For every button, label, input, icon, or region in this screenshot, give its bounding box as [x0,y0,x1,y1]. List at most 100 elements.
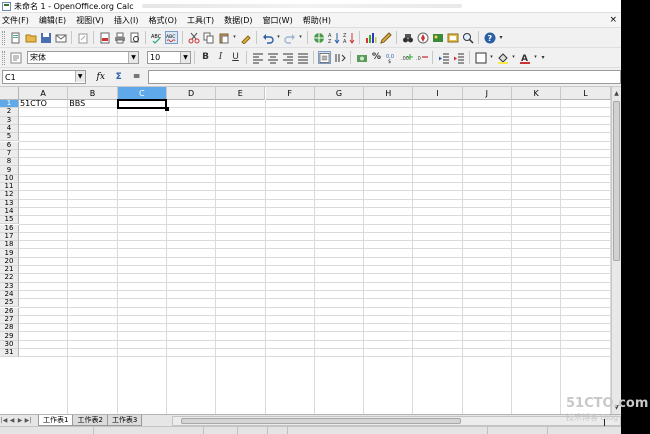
borders-icon[interactable] [474,51,487,64]
send-email-icon[interactable] [54,31,67,44]
standard-number-format-icon[interactable]: 0.0 $ [385,51,398,64]
merge-cells-icon[interactable] [318,51,331,64]
gallery-icon[interactable] [431,31,444,44]
column-header-k[interactable]: K [512,87,562,100]
vertical-scroll-thumb[interactable] [613,101,620,261]
italic-button[interactable]: I [214,51,227,64]
copy-icon[interactable] [202,31,215,44]
zoom-icon[interactable] [461,31,474,44]
chevron-down-icon[interactable]: ▼ [180,52,190,63]
sort-ascending-icon[interactable]: AZ [327,31,340,44]
export-pdf-icon[interactable] [98,31,111,44]
print-icon[interactable] [113,31,126,44]
function-icon[interactable]: = [130,70,144,84]
paste-dropdown-icon[interactable]: ▾ [232,31,237,44]
horizontal-scrollbar[interactable] [172,415,621,426]
select-all-corner[interactable] [0,87,19,100]
toolbar-grip[interactable] [2,30,5,45]
help-icon[interactable]: ? [483,31,496,44]
menu-insert[interactable]: 插入(I) [109,15,144,26]
decrease-indent-icon[interactable] [437,51,450,64]
spellcheck-icon[interactable]: ABC [150,31,163,44]
currency-format-icon[interactable] [355,51,368,64]
column-header-i[interactable]: I [413,87,463,100]
menu-format[interactable]: 格式(O) [143,15,182,26]
sheet-tab-2[interactable]: 工作表2 [72,415,108,426]
sort-descending-icon[interactable]: ZA [342,31,355,44]
underline-button[interactable]: U [229,51,242,64]
formula-input[interactable] [147,70,621,84]
cut-icon[interactable] [187,31,200,44]
text-direction-icon[interactable] [333,51,346,64]
data-sources-icon[interactable] [446,31,459,44]
menu-tools[interactable]: 工具(T) [182,15,219,26]
navigator-icon[interactable] [416,31,429,44]
cell-b1[interactable]: BBS [69,100,85,108]
toolbar-grip[interactable] [2,50,5,65]
toolbar-overflow-icon[interactable]: ▾ [540,51,546,64]
show-draw-functions-icon[interactable] [379,31,392,44]
column-header-d[interactable]: D [166,87,217,100]
menu-help[interactable]: 帮助(H) [298,15,336,26]
name-box[interactable]: C1 ▼ [2,70,86,84]
insert-chart-icon[interactable] [364,31,377,44]
font-size-combo[interactable]: 10 ▼ [147,51,191,64]
toolbar-overflow-icon[interactable]: ▾ [498,31,504,44]
close-document-icon[interactable]: × [609,15,617,25]
menu-edit[interactable]: 编辑(E) [34,15,71,26]
increase-indent-icon[interactable] [452,51,465,64]
add-decimal-icon[interactable]: .00 [400,51,413,64]
active-cell-cursor[interactable] [116,99,170,112]
find-replace-icon[interactable] [401,31,414,44]
menu-file[interactable]: 文件(F) [0,15,34,26]
sheet-tab-1[interactable]: 工作表1 [38,415,74,426]
chevron-down-icon[interactable]: ▼ [128,52,138,63]
save-icon[interactable] [39,31,52,44]
background-color-icon[interactable] [496,51,509,64]
borders-dropdown-icon[interactable]: ▾ [489,51,494,64]
open-folder-icon[interactable] [24,31,37,44]
column-header-g[interactable]: G [314,87,365,100]
previous-sheet-icon[interactable]: ◀ [8,416,16,425]
last-sheet-icon[interactable]: ▶| [24,416,32,425]
chevron-down-icon[interactable]: ▼ [74,71,85,82]
paste-icon[interactable] [217,31,230,44]
bold-button[interactable]: B [199,51,212,64]
next-sheet-icon[interactable]: ▶ [16,416,24,425]
column-header-f[interactable]: F [265,87,315,100]
column-header-e[interactable]: E [216,87,266,100]
align-left-icon[interactable] [251,51,264,64]
font-color-dropdown-icon[interactable]: ▾ [533,51,538,64]
spreadsheet-grid[interactable]: A B C D E F G H I J K L 1 2 3 4 5 6 7 8 9 10 11 12 13 14 15 16 17 18 1… [0,87,611,414]
vertical-scrollbar[interactable]: ▲ ▼ [611,87,621,414]
redo-dropdown-icon[interactable]: ▾ [298,31,303,44]
align-center-icon[interactable] [266,51,279,64]
menu-data[interactable]: 数据(D) [219,15,257,26]
scroll-up-icon[interactable]: ▲ [612,89,621,98]
justify-icon[interactable] [296,51,309,64]
edit-file-icon[interactable] [76,31,89,44]
clone-formatting-icon[interactable] [239,31,252,44]
function-wizard-icon[interactable]: fx [94,70,108,84]
sum-icon[interactable]: Σ [112,70,126,84]
menu-window[interactable]: 窗口(W) [258,15,298,26]
font-name-combo[interactable]: 宋体 ▼ [27,51,139,64]
horizontal-scroll-thumb[interactable] [181,417,462,424]
new-document-icon[interactable] [9,31,22,44]
background-color-dropdown-icon[interactable]: ▾ [511,51,516,64]
column-header-j[interactable]: J [462,87,512,100]
menu-view[interactable]: 视图(V) [71,15,109,26]
print-preview-icon[interactable] [128,31,141,44]
row-header-31[interactable]: 31 [0,349,19,358]
column-header-l[interactable]: L [561,87,611,100]
percent-format-icon[interactable]: % [370,51,383,64]
cell-a1[interactable]: 51CTO [20,100,47,108]
delete-decimal-icon[interactable]: .0 [415,51,428,64]
redo-icon[interactable] [283,31,296,44]
autospellcheck-icon[interactable]: ABC [165,31,178,44]
column-header-h[interactable]: H [364,87,414,100]
first-sheet-icon[interactable]: |◀ [0,416,8,425]
styles-formatting-icon[interactable] [9,51,22,64]
hyperlink-icon[interactable] [312,31,325,44]
font-color-icon[interactable]: A [518,51,531,64]
